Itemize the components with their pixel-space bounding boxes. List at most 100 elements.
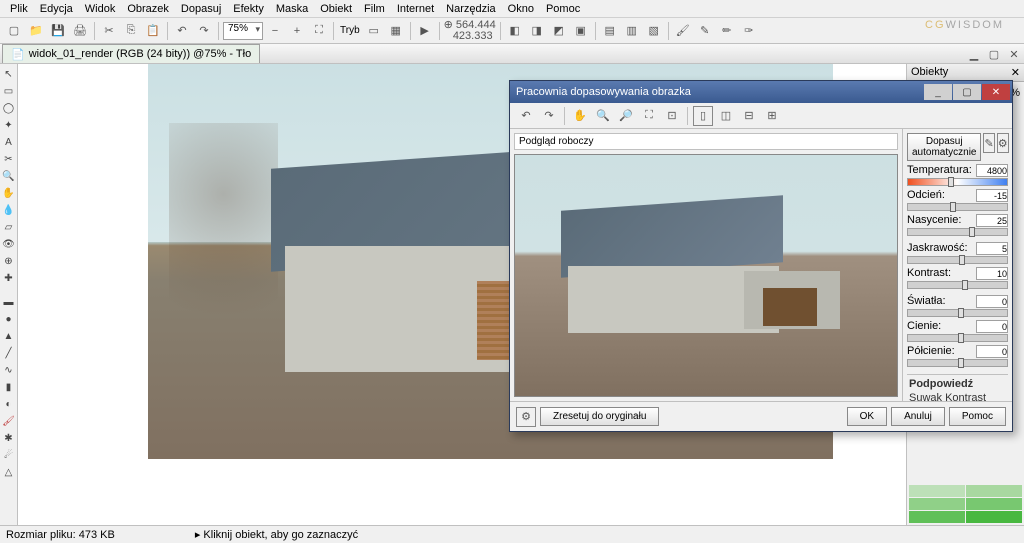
- help-button[interactable]: Pomoc: [949, 407, 1006, 426]
- tab-max-icon[interactable]: ▢: [984, 44, 1004, 64]
- menu-obiekt[interactable]: Obiekt: [314, 1, 358, 17]
- dialog-titlebar[interactable]: Pracownia dopasowywania obrazka _ ▢ ✕: [510, 81, 1012, 103]
- split-v-icon[interactable]: ⊟: [739, 106, 759, 126]
- menu-film[interactable]: Film: [358, 1, 391, 17]
- zoomout-icon[interactable]: 🔎: [616, 106, 636, 126]
- zoom-combo[interactable]: 75%: [223, 22, 263, 40]
- tool-a-icon[interactable]: ◧: [505, 21, 525, 41]
- preview-image[interactable]: [514, 154, 898, 397]
- redeye-tool-icon[interactable]: 👁: [1, 236, 17, 252]
- menu-obrazek[interactable]: Obrazek: [121, 1, 175, 17]
- brush4-icon[interactable]: ✑: [739, 21, 759, 41]
- menu-edycja[interactable]: Edycja: [34, 1, 79, 17]
- wand-tool-icon[interactable]: ✦: [1, 117, 17, 133]
- rect-shape-icon[interactable]: ▬: [1, 294, 17, 310]
- fill-tool-icon[interactable]: ▮: [1, 379, 17, 395]
- close-icon[interactable]: ✕: [982, 84, 1010, 100]
- split-4-icon[interactable]: ⊞: [762, 106, 782, 126]
- zoomin-icon[interactable]: 🔍: [593, 106, 613, 126]
- path-tool-icon[interactable]: ∿: [1, 362, 17, 378]
- settings-icon[interactable]: ⚙: [516, 407, 536, 427]
- shadows-track[interactable]: [907, 334, 1008, 342]
- menu-pomoc[interactable]: Pomoc: [540, 1, 586, 17]
- cancel-button[interactable]: Anuluj: [891, 407, 945, 426]
- eyedrop-tool-icon[interactable]: 💧: [1, 202, 17, 218]
- new-icon[interactable]: ▢: [4, 21, 24, 41]
- menu-dopasuj[interactable]: Dopasuj: [175, 1, 227, 17]
- menu-narzedzia[interactable]: Narzędzia: [440, 1, 502, 17]
- swatch[interactable]: [909, 498, 965, 510]
- tab-close-icon[interactable]: ✕: [1004, 44, 1024, 64]
- tint-input[interactable]: [976, 189, 1008, 202]
- lasso-tool-icon[interactable]: ◯: [1, 100, 17, 116]
- tab-active[interactable]: 📄 widok_01_render (RGB (24 bity)) @75% -…: [2, 44, 260, 63]
- auto-opt1-icon[interactable]: ✎: [983, 133, 994, 153]
- temperature-input[interactable]: [976, 164, 1008, 177]
- highlights-input[interactable]: [976, 295, 1008, 308]
- swatch[interactable]: [909, 511, 965, 523]
- saturation-input[interactable]: [976, 214, 1008, 227]
- undo-icon[interactable]: ↶: [172, 21, 192, 41]
- menu-internet[interactable]: Internet: [391, 1, 440, 17]
- cut-icon[interactable]: ✂: [99, 21, 119, 41]
- circle-shape-icon[interactable]: ●: [1, 311, 17, 327]
- pan-icon[interactable]: ✋: [570, 106, 590, 126]
- fit-icon[interactable]: ⛶: [309, 21, 329, 41]
- minimize-icon[interactable]: _: [924, 84, 952, 100]
- brush-tool-icon[interactable]: 🖌: [1, 413, 17, 429]
- contrast-input[interactable]: [976, 267, 1008, 280]
- rotate-left-icon[interactable]: ↶: [516, 106, 536, 126]
- spray-tool-icon[interactable]: ✱: [1, 430, 17, 446]
- panel-close-icon[interactable]: ✕: [1011, 66, 1020, 79]
- brush-icon[interactable]: 🖌: [673, 21, 693, 41]
- tool-c-icon[interactable]: ◩: [549, 21, 569, 41]
- zoom-in-icon[interactable]: +: [287, 21, 307, 41]
- crop-tool-icon[interactable]: ✂: [1, 151, 17, 167]
- contrast-track[interactable]: [907, 281, 1008, 289]
- tool-f-icon[interactable]: ▥: [622, 21, 642, 41]
- tint-track[interactable]: [907, 203, 1008, 211]
- temperature-track[interactable]: [907, 178, 1008, 186]
- erase-tool-icon[interactable]: ▱: [1, 219, 17, 235]
- swatch[interactable]: [909, 485, 965, 497]
- redo-icon[interactable]: ↷: [194, 21, 214, 41]
- launch-icon[interactable]: ▶: [415, 21, 435, 41]
- clone-tool-icon[interactable]: ⊕: [1, 253, 17, 269]
- rotate-right-icon[interactable]: ↷: [539, 106, 559, 126]
- tool-g-icon[interactable]: ▧: [644, 21, 664, 41]
- swatch[interactable]: [966, 511, 1022, 523]
- mode2-icon[interactable]: ▦: [386, 21, 406, 41]
- poly-shape-icon[interactable]: ▲: [1, 328, 17, 344]
- brush3-icon[interactable]: ✏: [717, 21, 737, 41]
- midtones-track[interactable]: [907, 359, 1008, 367]
- shadows-input[interactable]: [976, 320, 1008, 333]
- menu-plik[interactable]: Plik: [4, 1, 34, 17]
- line-shape-icon[interactable]: ╱: [1, 345, 17, 361]
- open-icon[interactable]: 📁: [26, 21, 46, 41]
- zoomfit-icon[interactable]: ⛶: [639, 106, 659, 126]
- copy-icon[interactable]: ⎘: [121, 21, 141, 41]
- ok-button[interactable]: OK: [847, 407, 887, 426]
- text-tool-icon[interactable]: A: [1, 134, 17, 150]
- zoom-tool-icon[interactable]: 🔍: [1, 168, 17, 184]
- menu-widok[interactable]: Widok: [79, 1, 122, 17]
- hand-tool-icon[interactable]: ✋: [1, 185, 17, 201]
- tab-min-icon[interactable]: ▁: [964, 44, 984, 64]
- paste-icon[interactable]: 📋: [143, 21, 163, 41]
- sharpen-tool-icon[interactable]: △: [1, 464, 17, 480]
- split-none-icon[interactable]: ▯: [693, 106, 713, 126]
- smudge-tool-icon[interactable]: ☄: [1, 447, 17, 463]
- zoom-out-icon[interactable]: −: [265, 21, 285, 41]
- zoom100-icon[interactable]: ⊡: [662, 106, 682, 126]
- mode-icon[interactable]: ▭: [364, 21, 384, 41]
- heal-tool-icon[interactable]: ✚: [1, 270, 17, 286]
- brightness-track[interactable]: [907, 256, 1008, 264]
- menu-okno[interactable]: Okno: [502, 1, 540, 17]
- save-icon[interactable]: 💾: [48, 21, 68, 41]
- swatch[interactable]: [966, 498, 1022, 510]
- print-icon[interactable]: 🖨: [70, 21, 90, 41]
- menu-maska[interactable]: Maska: [270, 1, 314, 17]
- gradient-tool-icon[interactable]: ◐: [1, 396, 17, 412]
- brush2-icon[interactable]: ✎: [695, 21, 715, 41]
- select-tool-icon[interactable]: ↖: [1, 66, 17, 82]
